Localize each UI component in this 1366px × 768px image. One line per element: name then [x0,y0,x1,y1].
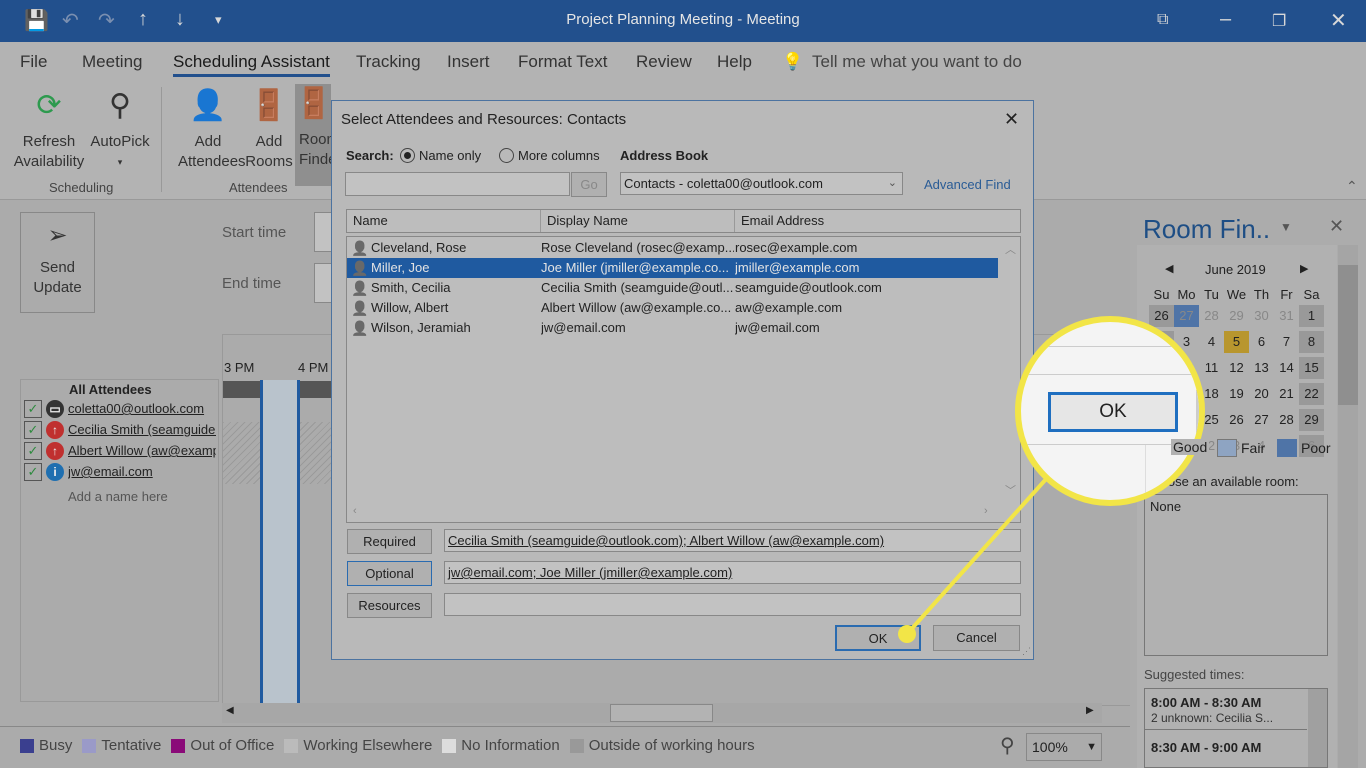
divider [1196,390,1199,435]
divider [1021,346,1199,347]
callout-pointer [905,476,1049,636]
magnified-ok-button: OK [1048,392,1178,432]
divider [1021,374,1199,375]
callout-dot [898,625,916,643]
legend-good-label: Good [1171,439,1210,455]
magnifier-callout: OK [1015,316,1205,506]
divider [1145,445,1146,500]
